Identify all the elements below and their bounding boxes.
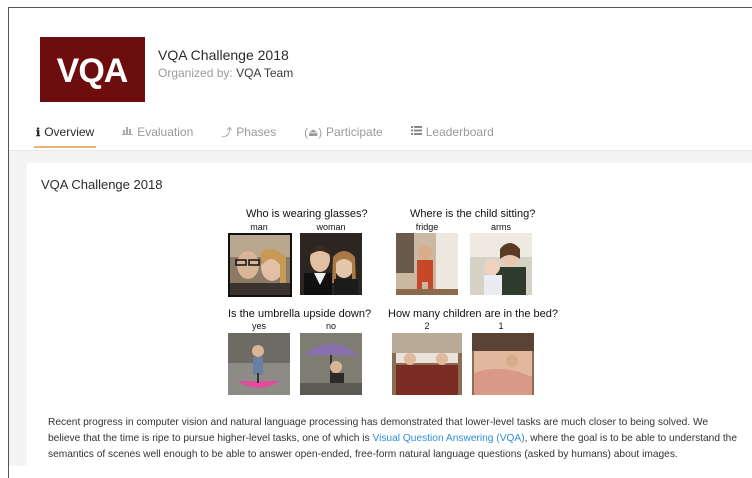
participate-icon: (⏏) bbox=[304, 126, 323, 139]
answer-label: no bbox=[325, 321, 336, 331]
tab-evaluation[interactable]: Evaluation bbox=[120, 118, 195, 146]
overview-description: Recent progress in computer vision and n… bbox=[48, 415, 738, 463]
tab-participate[interactable]: (⏏) Participate bbox=[302, 118, 384, 146]
photo-man-glasses bbox=[228, 233, 292, 297]
challenge-title: VQA Challenge 2018 bbox=[158, 47, 289, 63]
organizer-line: Organized by: VQA Team bbox=[158, 66, 293, 80]
photo-two-children-bed bbox=[392, 333, 462, 395]
organizer-name[interactable]: VQA Team bbox=[236, 66, 293, 80]
photo-umbrella-upright bbox=[300, 333, 362, 395]
list-icon bbox=[410, 126, 422, 138]
tab-evaluation-label: Evaluation bbox=[137, 125, 194, 139]
answer-label: man bbox=[250, 222, 268, 232]
vqa-link[interactable]: Visual Question Answering (VQA) bbox=[372, 433, 524, 444]
answer-label: arms bbox=[491, 222, 511, 232]
tab-phases-label: Phases bbox=[236, 125, 277, 139]
photo-child-fridge bbox=[396, 233, 458, 295]
info-icon: ℹ bbox=[36, 126, 41, 139]
organized-by-label: Organized by: bbox=[158, 66, 233, 80]
question-glasses: Who is wearing glasses? bbox=[246, 208, 368, 220]
tab-overview-label: Overview bbox=[44, 125, 95, 139]
photo-one-child-bed bbox=[472, 333, 534, 395]
photo-child-arms bbox=[470, 233, 532, 295]
phases-icon: ⤴ bbox=[221, 127, 233, 139]
tab-participate-label: Participate bbox=[326, 125, 383, 139]
vqa-examples-figure: Who is wearing glasses? man woman Where … bbox=[220, 205, 565, 400]
question-children-bed: How many children are in the bed? bbox=[388, 308, 558, 320]
answer-label: woman bbox=[316, 222, 346, 232]
answer-label: 2 bbox=[424, 321, 430, 331]
answer-label: fridge bbox=[415, 222, 439, 232]
challenge-tabs: ℹ Overview Evaluation ⤴ Phases (⏏) Parti… bbox=[34, 118, 520, 148]
overview-title: VQA Challenge 2018 bbox=[41, 177, 163, 192]
tab-phases[interactable]: ⤴ Phases bbox=[219, 118, 278, 146]
bar-chart-icon bbox=[122, 126, 134, 138]
tab-overview[interactable]: ℹ Overview bbox=[34, 118, 97, 148]
challenge-logo: VQA bbox=[40, 37, 145, 102]
question-child-sitting: Where is the child sitting? bbox=[410, 208, 536, 220]
tab-leaderboard[interactable]: Leaderboard bbox=[409, 118, 496, 146]
vqa-logo-icon: VQA bbox=[57, 52, 129, 90]
photo-umbrella-upside-down bbox=[228, 333, 290, 395]
question-umbrella: Is the umbrella upside down? bbox=[228, 308, 372, 320]
answer-label: yes bbox=[251, 321, 266, 331]
answer-label: 1 bbox=[498, 321, 504, 331]
photo-woman bbox=[300, 233, 362, 295]
svg-text:VQA: VQA bbox=[57, 52, 128, 90]
tab-leaderboard-label: Leaderboard bbox=[425, 125, 494, 139]
